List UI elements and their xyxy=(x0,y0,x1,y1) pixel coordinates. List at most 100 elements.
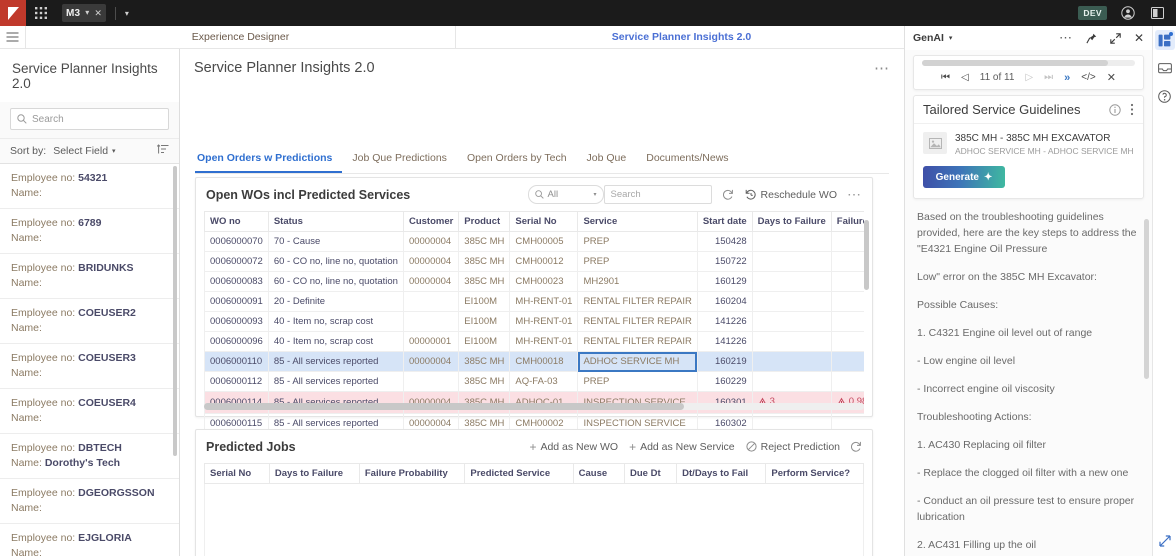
cell-prob[interactable] xyxy=(830,271,864,292)
cell-prob[interactable] xyxy=(830,371,864,392)
list-item[interactable]: Employee no: 54321 Name: xyxy=(0,164,179,209)
table-row[interactable]: 0006000096 40 - Item no, scrap cost 000000… xyxy=(204,331,864,352)
table-row[interactable]: 0006000110 85 - All services reported 0000… xyxy=(204,351,864,372)
column-header[interactable]: Serial No xyxy=(204,463,270,484)
user-avatar-icon[interactable] xyxy=(1121,6,1135,20)
cell-customer[interactable]: 00000004 xyxy=(402,231,460,252)
cell-days[interactable] xyxy=(751,231,832,252)
cell-customer[interactable]: 00000001 xyxy=(402,331,460,352)
cell-service[interactable]: PREP xyxy=(577,231,698,252)
generate-button[interactable]: Generate ✦ xyxy=(923,166,1005,188)
list-item[interactable]: Employee no: COEUSER3 Name: xyxy=(0,344,179,389)
column-header[interactable]: Serial No xyxy=(509,211,579,232)
cell-wo[interactable]: 0006000112 xyxy=(204,371,269,392)
cell-product[interactable]: 385C MH xyxy=(458,271,511,292)
breadcrumb-current-app[interactable]: Service Planner Insights 2.0 xyxy=(456,26,908,48)
list-item[interactable]: Employee no: COEUSER2 Name: xyxy=(0,299,179,344)
column-header[interactable]: Service xyxy=(577,211,698,232)
cell-prob[interactable] xyxy=(830,311,864,332)
column-header[interactable]: Dt/Days to Fail xyxy=(676,463,767,484)
genai-answer-scrollbar[interactable] xyxy=(1144,219,1149,379)
next-triangle-icon[interactable]: ▷ xyxy=(1025,72,1033,83)
cell-product[interactable]: EI100M xyxy=(458,311,511,332)
open-wos-vertical-scrollbar[interactable] xyxy=(864,220,869,290)
cell-wo[interactable]: 0006000096 xyxy=(204,331,269,352)
cell-service[interactable]: PREP xyxy=(577,251,698,272)
info-circle-icon[interactable] xyxy=(1109,103,1121,116)
chevron-down-icon[interactable]: ▾ xyxy=(85,9,89,17)
open-wos-table[interactable]: WO no Status Customer Product Serial No Servi… xyxy=(204,211,864,434)
add-as-new-wo-button[interactable]: + Add as New WO xyxy=(529,440,618,454)
tab-open-orders-by-tech[interactable]: Open Orders by Tech xyxy=(457,152,577,173)
list-item[interactable]: Employee no: DGEORGSSON Name: xyxy=(0,479,179,524)
cell-serial[interactable]: AQ-FA-03 xyxy=(509,371,579,392)
cell-days[interactable] xyxy=(751,351,832,372)
cell-prob[interactable] xyxy=(830,351,864,372)
cell-serial[interactable]: CMH00005 xyxy=(509,231,579,252)
cell-customer[interactable] xyxy=(402,291,460,312)
cell-days[interactable] xyxy=(751,271,832,292)
cell-status[interactable]: 70 - Cause xyxy=(267,231,404,252)
cell-start[interactable]: 160219 xyxy=(696,351,753,372)
rail-help-button[interactable] xyxy=(1155,86,1175,106)
hamburger-menu-icon[interactable] xyxy=(0,26,26,48)
list-item[interactable]: Employee no: 6789 Name: xyxy=(0,209,179,254)
ellipsis-icon[interactable]: ⋯ xyxy=(847,186,862,203)
cell-status[interactable]: 85 - All services reported xyxy=(267,351,404,372)
cell-wo[interactable]: 0006000093 xyxy=(204,311,269,332)
column-header[interactable]: Days to Failure xyxy=(268,463,360,484)
cell-serial[interactable]: CMH00012 xyxy=(509,251,579,272)
cell-serial[interactable]: CMH00023 xyxy=(509,271,579,292)
column-header[interactable]: Status xyxy=(267,211,404,232)
close-icon[interactable]: ✕ xyxy=(1107,71,1116,84)
code-brackets-icon[interactable]: </> xyxy=(1081,72,1095,83)
cell-days[interactable] xyxy=(751,291,832,312)
search-input[interactable]: Search xyxy=(10,108,169,130)
list-item[interactable]: Employee no: DBTECH Name: Dorothy's Tech xyxy=(0,434,179,479)
cell-customer[interactable]: 00000004 xyxy=(402,271,460,292)
table-row[interactable]: 0006000093 40 - Item no, scrap cost EI100M… xyxy=(204,311,864,332)
table-row[interactable]: 0006000083 60 - CO no, line no, quotation… xyxy=(204,271,864,292)
window-icon[interactable] xyxy=(1151,7,1164,19)
table-row[interactable]: 0006000072 60 - CO no, line no, quotation… xyxy=(204,251,864,272)
table-row[interactable]: 0006000112 85 - All services reported 385C… xyxy=(204,371,864,392)
table-row[interactable]: 0006000070 70 - Cause 00000004 385C MH CMH00… xyxy=(204,231,864,252)
cell-prob[interactable] xyxy=(830,331,864,352)
cell-serial[interactable]: CMH00018 xyxy=(509,351,579,372)
cell-prob[interactable] xyxy=(830,291,864,312)
tab-open-orders-w-predictions[interactable]: Open Orders w Predictions xyxy=(195,152,343,173)
open-wos-horizontal-scrollbar[interactable] xyxy=(204,403,864,410)
cell-service[interactable]: RENTAL FILTER REPAIR xyxy=(577,331,698,352)
cell-start[interactable]: 160129 xyxy=(696,271,753,292)
pin-icon[interactable] xyxy=(1086,33,1097,44)
list-item[interactable]: Employee no: EJGLORIA Name: xyxy=(0,524,179,556)
sidebar-scrollbar[interactable] xyxy=(173,166,177,456)
vertical-ellipsis-icon[interactable] xyxy=(1130,103,1134,116)
infor-logo[interactable] xyxy=(0,0,26,26)
table-row[interactable]: 0006000091 20 - Definite EI100M MH-RENT-01 R… xyxy=(204,291,864,312)
cell-service[interactable]: MH2901 xyxy=(577,271,698,292)
column-header[interactable]: Due Dt xyxy=(624,463,678,484)
cell-start[interactable]: 150722 xyxy=(696,251,753,272)
app-tab-m3[interactable]: M3 ▾ ✕ xyxy=(62,4,106,22)
prev-triangle-icon[interactable]: ◁ xyxy=(961,72,969,83)
cell-start[interactable]: 160229 xyxy=(696,371,753,392)
cell-service[interactable]: RENTAL FILTER REPAIR xyxy=(577,291,698,312)
cell-customer[interactable] xyxy=(402,371,460,392)
wos-search-input[interactable]: Search xyxy=(603,185,712,204)
cell-status[interactable]: 60 - CO no, line no, quotation xyxy=(267,271,404,292)
cell-status[interactable]: 85 - All services reported xyxy=(267,371,404,392)
close-icon[interactable]: ✕ xyxy=(1134,31,1144,45)
column-header[interactable]: Cause xyxy=(572,463,626,484)
cell-days[interactable] xyxy=(751,331,832,352)
refresh-icon[interactable] xyxy=(722,189,734,201)
column-header[interactable]: WO no xyxy=(204,211,269,232)
app-grid-icon[interactable] xyxy=(26,7,56,19)
cell-start[interactable]: 141226 xyxy=(696,311,753,332)
cell-customer[interactable]: 00000004 xyxy=(402,251,460,272)
cell-days[interactable] xyxy=(751,251,832,272)
tab-documents-news[interactable]: Documents/News xyxy=(636,152,738,173)
sort-field-select[interactable]: Select Field ▾ xyxy=(53,145,115,157)
cell-prob[interactable] xyxy=(830,251,864,272)
tab-job-que-predictions[interactable]: Job Que Predictions xyxy=(342,152,457,173)
